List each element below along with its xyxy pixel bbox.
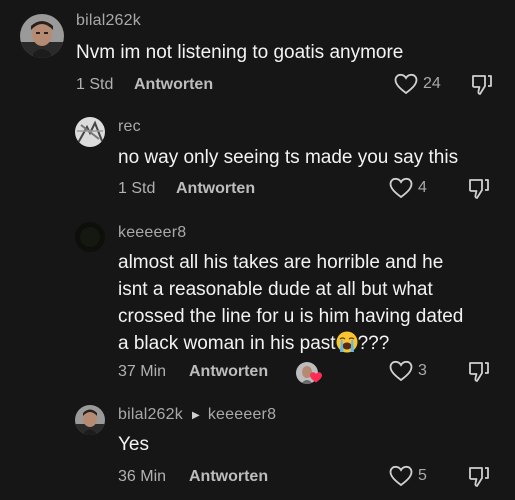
reply-button[interactable]: Antworten [189,363,268,381]
avatar[interactable] [75,222,105,252]
thumbs-down-icon [469,179,489,199]
timestamp: 37 Min [118,363,167,380]
like-button[interactable]: 5 [389,465,427,487]
timestamp: 1 Std [118,180,156,197]
dislike-button[interactable] [470,72,494,96]
comment-text: Nvm im not listening to goatis anymore [76,42,404,63]
comment-text: almost all his takes are horrible and he… [118,252,464,354]
like-count: 3 [418,362,427,379]
heart-badge-icon [310,372,322,383]
like-button[interactable]: 24 [394,73,441,95]
avatar[interactable] [20,14,64,58]
reply-arrow-icon: ▶ [191,409,200,421]
reply-button[interactable]: Antworten [176,180,255,198]
heart-outline-icon [389,360,413,382]
like-count: 24 [423,75,441,92]
like-count: 5 [418,467,427,484]
username[interactable]: bilal262k [76,12,141,30]
like-count: 4 [418,179,427,196]
comment-text: no way only seeing ts made you say this [118,147,459,168]
loudly-crying-face-icon [336,331,358,353]
reply-target-username[interactable]: keeeeer8 [208,406,276,424]
dislike-button[interactable] [467,464,491,488]
thumbs-down-icon [469,467,489,487]
user-photo-icon [75,117,105,147]
avatar[interactable] [75,405,105,435]
timestamp: 1 Std [76,76,114,93]
like-button[interactable]: 3 [389,360,427,382]
username[interactable]: keeeeer8 [118,224,186,242]
user-photo-icon [20,14,64,58]
user-photo-icon [75,405,105,435]
reply-button[interactable]: Antworten [189,468,268,486]
thumbs-down-icon [472,75,492,95]
timestamp: 36 Min [118,468,167,485]
dislike-button[interactable] [467,359,491,383]
user-photo-icon [75,222,105,252]
username[interactable]: rec [118,118,141,136]
like-button[interactable]: 4 [389,177,427,199]
heart-outline-icon [389,177,413,199]
reply-button[interactable]: Antworten [134,76,213,94]
dislike-button[interactable] [467,176,491,200]
heart-outline-icon [389,465,413,487]
comment-text: Yes [118,434,149,455]
heart-outline-icon [394,73,418,95]
thumbs-down-icon [469,362,489,382]
username-thread: bilal262k ▶ keeeeer8 [118,406,276,424]
username[interactable]: bilal262k [118,406,183,424]
avatar[interactable] [75,117,105,147]
